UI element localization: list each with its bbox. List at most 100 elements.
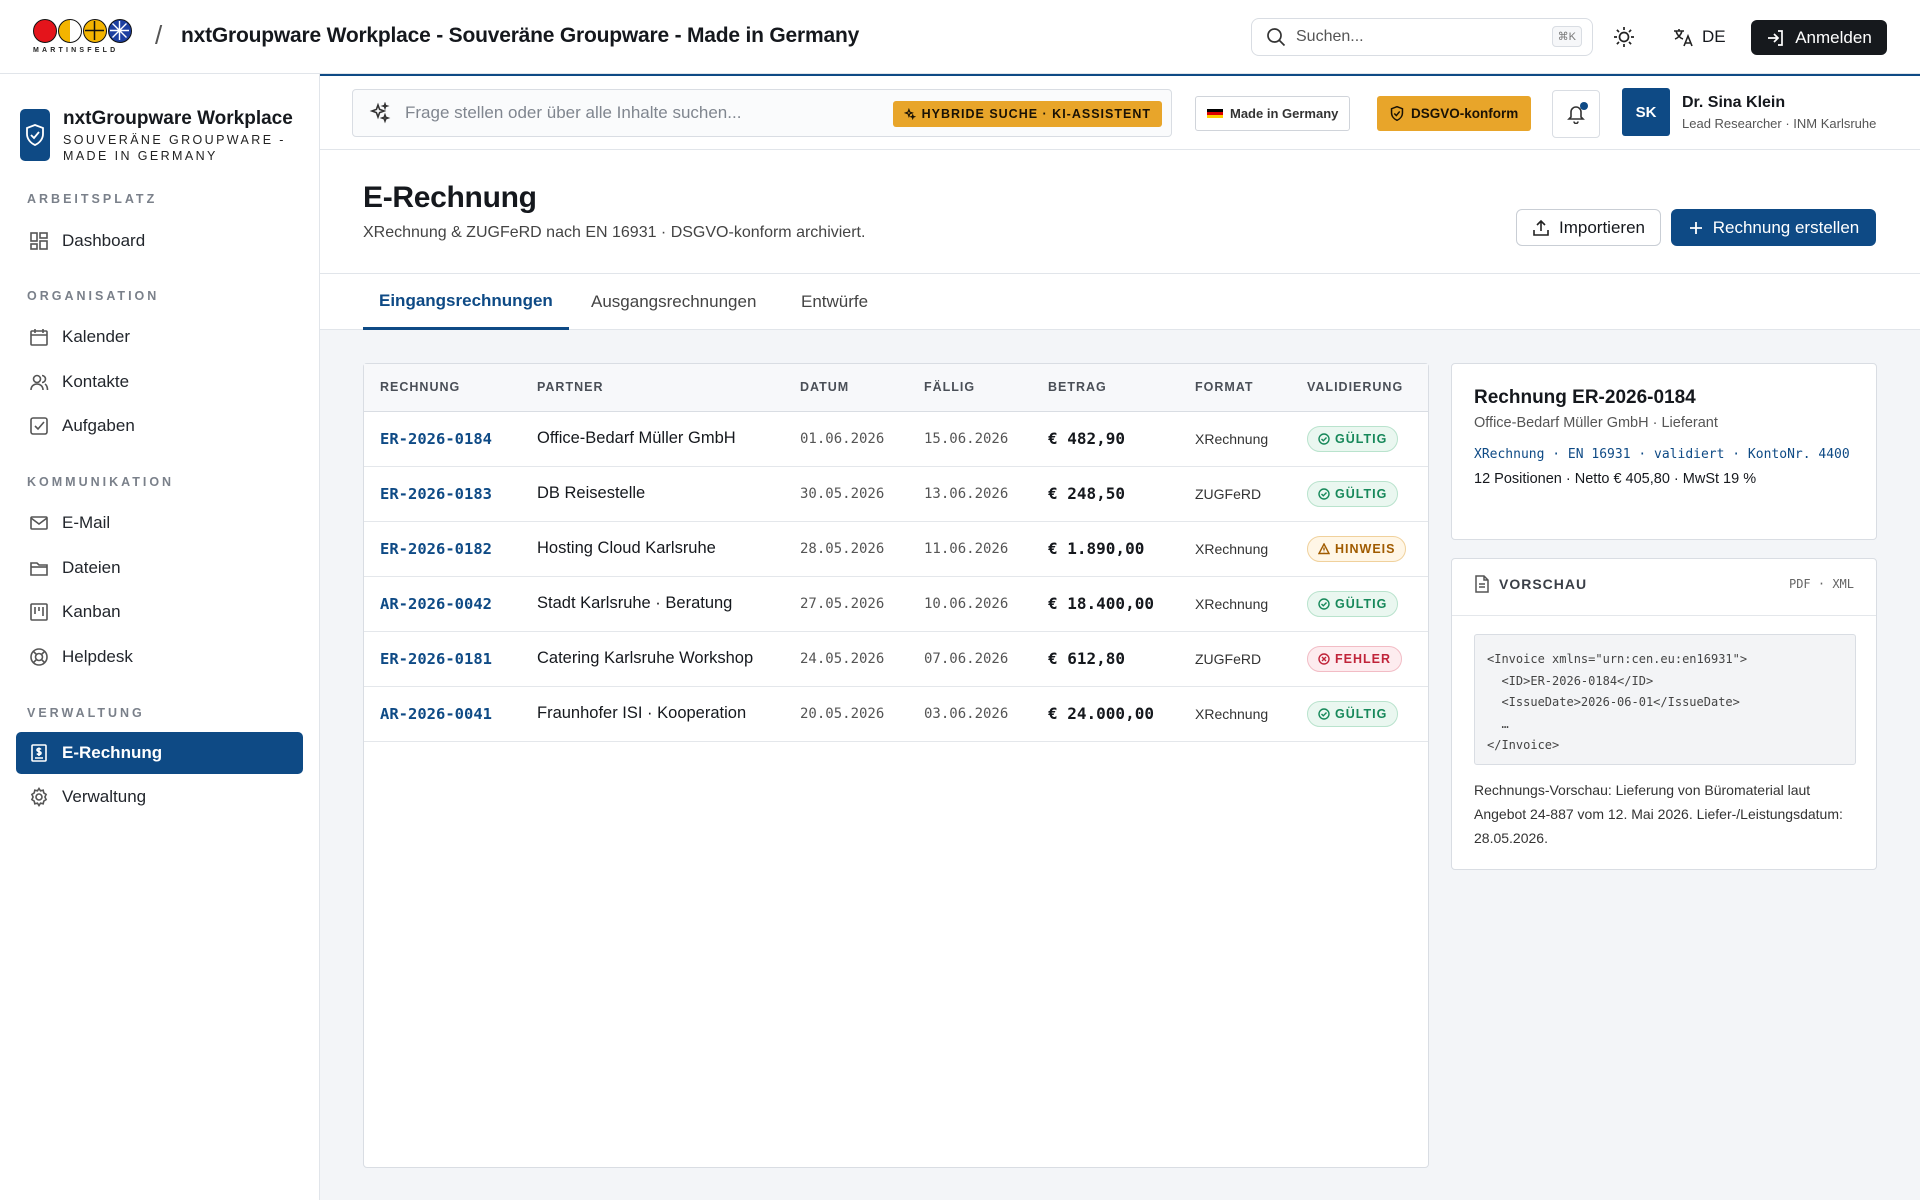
check-circle-icon [1318, 597, 1330, 610]
detail-subtitle: Office-Bedarf Müller GmbH · Lieferant [1474, 415, 1718, 431]
table-row[interactable]: ER-2026-0182 Hosting Cloud Karlsruhe 28.05… [364, 521, 1428, 577]
column-header[interactable]: FORMAT [1179, 364, 1291, 412]
partner-name: Catering Karlsruhe Workshop [521, 631, 784, 687]
partner-name: Stadt Karlsruhe · Beratung [521, 576, 784, 632]
app-title: nxtGroupware Workplace - Souveräne Group… [181, 24, 860, 47]
section-title-verwaltung: VERWALTUNG [27, 706, 145, 720]
ai-search-placeholder: Frage stellen oder über alle Inhalte suc… [405, 103, 742, 122]
table-row[interactable]: AR-2026-0042 Stadt Karlsruhe · Beratung 27… [364, 576, 1428, 632]
global-search[interactable]: Suchen... ⌘K [1251, 18, 1593, 56]
invoice-table: RECHNUNG PARTNER DATUM FÄLLIG BETRAG FOR… [364, 364, 1428, 742]
sidebar-item-kontakte[interactable]: Kontakte [16, 361, 303, 403]
invoice-number[interactable]: ER-2026-0181 [364, 631, 521, 687]
ai-badge-label: HYBRIDE SUCHE · KI-ASSISTENT [921, 107, 1151, 121]
check-circle-icon [1318, 432, 1330, 445]
login-button[interactable]: Anmelden [1751, 20, 1887, 55]
partner-name: DB Reisestelle [521, 466, 784, 522]
import-button[interactable]: Importieren [1516, 209, 1661, 246]
status-badge[interactable]: FEHLER [1307, 645, 1402, 672]
calendar-icon [29, 327, 49, 347]
table-row[interactable]: ER-2026-0183 DB Reisestelle 30.05.2026 13.0… [364, 466, 1428, 522]
ai-search-input[interactable]: Frage stellen oder über alle Inhalte suc… [352, 89, 1172, 137]
sidebar-item-label: Kalender [62, 327, 131, 346]
page-header: E-Rechnung XRechnung & ZUGFeRD nach EN 1… [320, 150, 1920, 274]
settings-icon [29, 787, 49, 807]
sidebar-item-kalender[interactable]: Kalender [16, 316, 303, 358]
due-date: 10.06.2026 [908, 576, 1032, 632]
search-shortcut: ⌘K [1551, 26, 1582, 47]
invoice-date: 28.05.2026 [784, 521, 908, 577]
invoice-detail-card[interactable]: Rechnung ER-2026-0184 Office-Bedarf Müll… [1451, 363, 1877, 540]
section-title-organisation: ORGANISATION [27, 289, 160, 303]
sidebar-item-verwaltung[interactable]: Verwaltung [16, 776, 303, 818]
notifications-button[interactable] [1552, 90, 1600, 138]
dsgvo-badge: DSGVO-konform [1377, 96, 1532, 131]
column-header[interactable]: FÄLLIG [908, 364, 1032, 412]
dashboard-icon [29, 231, 49, 251]
contacts-icon [29, 372, 49, 392]
sidebar-item-label: Kanban [62, 602, 121, 621]
column-header[interactable]: VALIDIERUNG [1291, 364, 1428, 412]
table-row[interactable]: ER-2026-0184 Office-Bedarf Müller GmbH 01.… [364, 411, 1428, 467]
invoice-number[interactable]: ER-2026-0182 [364, 521, 521, 577]
status-badge[interactable]: GÜLTIG [1307, 480, 1399, 507]
sidebar-item-helpdesk[interactable]: Helpdesk [16, 636, 303, 678]
brand[interactable]: nxtGroupware Workplace SOUVERÄNE GROUPWA… [20, 108, 293, 164]
invoice-table-card: RECHNUNG PARTNER DATUM FÄLLIG BETRAG FOR… [363, 363, 1429, 1168]
status-badge[interactable]: HINWEIS [1307, 535, 1407, 562]
sidebar-item-kanban[interactable]: Kanban [16, 591, 303, 633]
invoice-number[interactable]: AR-2026-0042 [364, 576, 521, 632]
invoice-date: 20.05.2026 [784, 686, 908, 742]
detail-title: Rechnung ER-2026-0184 [1474, 387, 1696, 408]
sidebar-item-e-rechnung[interactable]: E-Rechnung [16, 732, 303, 774]
partner-name: Fraunhofer ISI · Kooperation [521, 686, 784, 742]
sun-icon[interactable] [1613, 26, 1635, 48]
warning-icon [1318, 542, 1330, 555]
table-row[interactable]: AR-2026-0041 Fraunhofer ISI · Kooperation… [364, 686, 1428, 742]
tab-entwuerfe[interactable]: Entwürfe [785, 274, 884, 330]
invoice-amount: € 1.890,00 [1032, 521, 1179, 577]
sidebar-item-label: E-Mail [62, 513, 111, 532]
validation-cell: GÜLTIG [1291, 576, 1428, 632]
validation-cell: HINWEIS [1291, 521, 1428, 577]
invoice-number[interactable]: ER-2026-0183 [364, 466, 521, 522]
sidebar-item-dashboard[interactable]: Dashboard [16, 220, 303, 262]
section-title-arbeitsplatz: ARBEITSPLATZ [27, 192, 158, 206]
validation-cell: GÜLTIG [1291, 411, 1428, 467]
invoice-date: 01.06.2026 [784, 411, 908, 467]
invoice-number[interactable]: ER-2026-0184 [364, 411, 521, 467]
language-switcher[interactable]: DE [1672, 26, 1726, 48]
validation-cell: GÜLTIG [1291, 466, 1428, 522]
column-header[interactable]: DATUM [784, 364, 908, 412]
create-invoice-button[interactable]: Rechnung erstellen [1671, 209, 1876, 246]
status-badge[interactable]: GÜLTIG [1307, 700, 1399, 727]
sidebar-item-aufgaben[interactable]: Aufgaben [16, 405, 303, 447]
sidebar-item-label: Aufgaben [62, 416, 135, 435]
sidebar: nxtGroupware Workplace SOUVERÄNE GROUPWA… [0, 74, 320, 1200]
sidebar-item-label: Dashboard [62, 231, 146, 250]
brand-name: nxtGroupware Workplace [63, 108, 293, 129]
martinsfeld-logo[interactable]: MARTINSFELD [33, 19, 139, 57]
status-badge[interactable]: GÜLTIG [1307, 425, 1399, 452]
column-header[interactable]: PARTNER [521, 364, 784, 412]
status-badge[interactable]: GÜLTIG [1307, 590, 1399, 617]
column-header[interactable]: BETRAG [1032, 364, 1179, 412]
invoice-format: ZUGFeRD [1179, 631, 1291, 687]
column-header[interactable]: RECHNUNG [364, 364, 521, 412]
tab-eingangsrechnungen[interactable]: Eingangsrechnungen [363, 274, 569, 330]
mail-icon [29, 513, 49, 533]
xml-preview: <Invoice xmlns="urn:cen.eu:en16931"> <ID… [1474, 634, 1856, 765]
sidebar-item-email[interactable]: E-Mail [16, 502, 303, 544]
invoice-format: ZUGFeRD [1179, 466, 1291, 522]
preview-heading: VORSCHAU [1499, 576, 1588, 592]
invoice-number[interactable]: AR-2026-0041 [364, 686, 521, 742]
folder-icon [29, 558, 49, 578]
sparkle-icon [369, 102, 391, 124]
tab-ausgangsrechnungen[interactable]: Ausgangsrechnungen [575, 274, 772, 330]
avatar[interactable]: SK [1622, 88, 1670, 136]
table-row[interactable]: ER-2026-0181 Catering Karlsruhe Workshop 2… [364, 631, 1428, 687]
preview-format-switch[interactable]: PDF · XML [1789, 577, 1854, 591]
invoice-amount: € 248,50 [1032, 466, 1179, 522]
status-label: GÜLTIG [1335, 596, 1388, 611]
sidebar-item-dateien[interactable]: Dateien [16, 547, 303, 589]
